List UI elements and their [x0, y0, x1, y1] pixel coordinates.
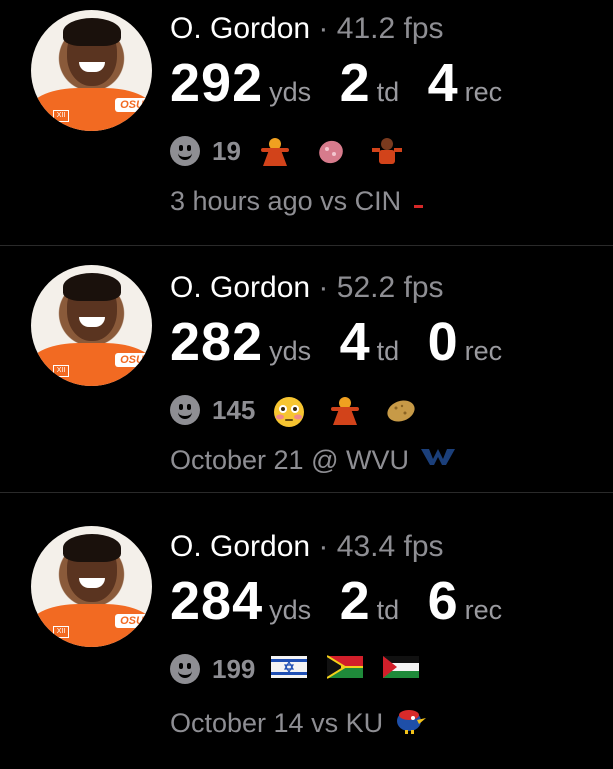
big-12-patch-icon: XII: [53, 626, 69, 638]
big-12-patch-icon: XII: [53, 110, 69, 122]
post-timestamp: October 14 vs KU: [170, 708, 384, 738]
player-avatar[interactable]: OSU XII: [31, 10, 152, 131]
td-value: 4: [339, 312, 371, 372]
separator: ·: [318, 12, 329, 45]
post-timestamp: October 21 @ WVU: [170, 445, 409, 475]
big-12-patch-icon: XII: [53, 365, 69, 377]
fps-score: 41.2 fps: [336, 12, 444, 45]
player-name[interactable]: O. Gordon: [170, 12, 310, 45]
vanuatu-flag-emoji[interactable]: [326, 654, 364, 684]
post-timestamp: 3 hours ago vs CIN: [170, 186, 402, 216]
rec-unit: rec: [464, 77, 503, 107]
player-name[interactable]: O. Gordon: [170, 271, 310, 304]
rec-unit: rec: [464, 336, 503, 366]
post-header: O. Gordon · 41.2 fps: [170, 12, 444, 46]
yds-unit: yds: [269, 595, 312, 625]
rec-value: 4: [427, 53, 459, 113]
flushed-face-emoji[interactable]: [271, 395, 307, 427]
reaction-bar: 199: [170, 652, 439, 686]
israel-flag-emoji[interactable]: [271, 654, 308, 684]
fps-score: 43.4 fps: [336, 530, 444, 563]
reaction-count: 19: [212, 135, 241, 166]
post-header: O. Gordon · 43.4 fps: [170, 530, 444, 564]
post-feed: OSU XII O. Gordon · 41.2 fps 292 yds 2 td …: [0, 0, 613, 769]
td-value: 2: [339, 53, 371, 113]
man-dancing-emoji[interactable]: [327, 395, 363, 425]
rec-unit: rec: [464, 595, 503, 625]
add-reaction-icon[interactable]: [170, 395, 200, 425]
post-meta: October 14 vs KU: [170, 706, 427, 741]
reaction-count: 145: [212, 394, 256, 425]
add-reaction-icon[interactable]: [170, 136, 200, 166]
separator: ·: [318, 271, 329, 304]
osu-logo-icon: OSU: [115, 98, 149, 112]
rec-value: 0: [427, 312, 459, 372]
wvu-logo-icon: [419, 445, 457, 476]
player-emoji[interactable]: [369, 136, 405, 166]
td-unit: td: [376, 336, 400, 366]
reaction-count: 199: [212, 653, 256, 684]
player-name[interactable]: O. Gordon: [170, 530, 310, 563]
yds-unit: yds: [269, 336, 312, 366]
fps-score: 52.2 fps: [336, 271, 444, 304]
add-reaction-icon[interactable]: [170, 654, 200, 684]
yds-unit: yds: [269, 77, 312, 107]
post-header: O. Gordon · 52.2 fps: [170, 271, 444, 305]
td-unit: td: [376, 77, 400, 107]
osu-logo-icon: OSU: [115, 614, 149, 628]
man-dancing-emoji[interactable]: [257, 136, 293, 166]
td-value: 2: [339, 571, 371, 631]
stat-line: 282 yds 4 td 0 rec: [170, 311, 526, 373]
reaction-bar: 19: [170, 134, 425, 168]
reaction-bar: 145: [170, 393, 439, 427]
rec-value: 6: [427, 571, 459, 631]
yds-value: 292: [170, 53, 264, 113]
separator: ·: [318, 530, 329, 563]
osu-logo-icon: OSU: [115, 353, 149, 367]
yds-value: 282: [170, 312, 264, 372]
stat-line: 284 yds 2 td 6 rec: [170, 570, 526, 632]
ku-jayhawk-icon: [393, 706, 427, 741]
post-card[interactable]: OSU XII O. Gordon · 41.2 fps 292 yds 2 td …: [0, 0, 613, 246]
post-meta: 3 hours ago vs CIN: [170, 186, 425, 217]
egg-emoji[interactable]: [313, 136, 349, 166]
player-avatar[interactable]: OSU XII: [31, 526, 152, 647]
cin-logo-icon: [411, 186, 425, 217]
post-card[interactable]: OSU XII O. Gordon · 52.2 fps 282 yds 4 td …: [0, 247, 613, 493]
palestine-flag-emoji[interactable]: [383, 654, 420, 684]
post-meta: October 21 @ WVU: [170, 445, 457, 476]
potato-emoji[interactable]: [383, 395, 419, 425]
player-avatar[interactable]: OSU XII: [31, 265, 152, 386]
stat-line: 292 yds 2 td 4 rec: [170, 52, 526, 114]
yds-value: 284: [170, 571, 264, 631]
post-card[interactable]: OSU XII O. Gordon · 43.4 fps 284 yds 2 td …: [0, 508, 613, 769]
td-unit: td: [376, 595, 400, 625]
